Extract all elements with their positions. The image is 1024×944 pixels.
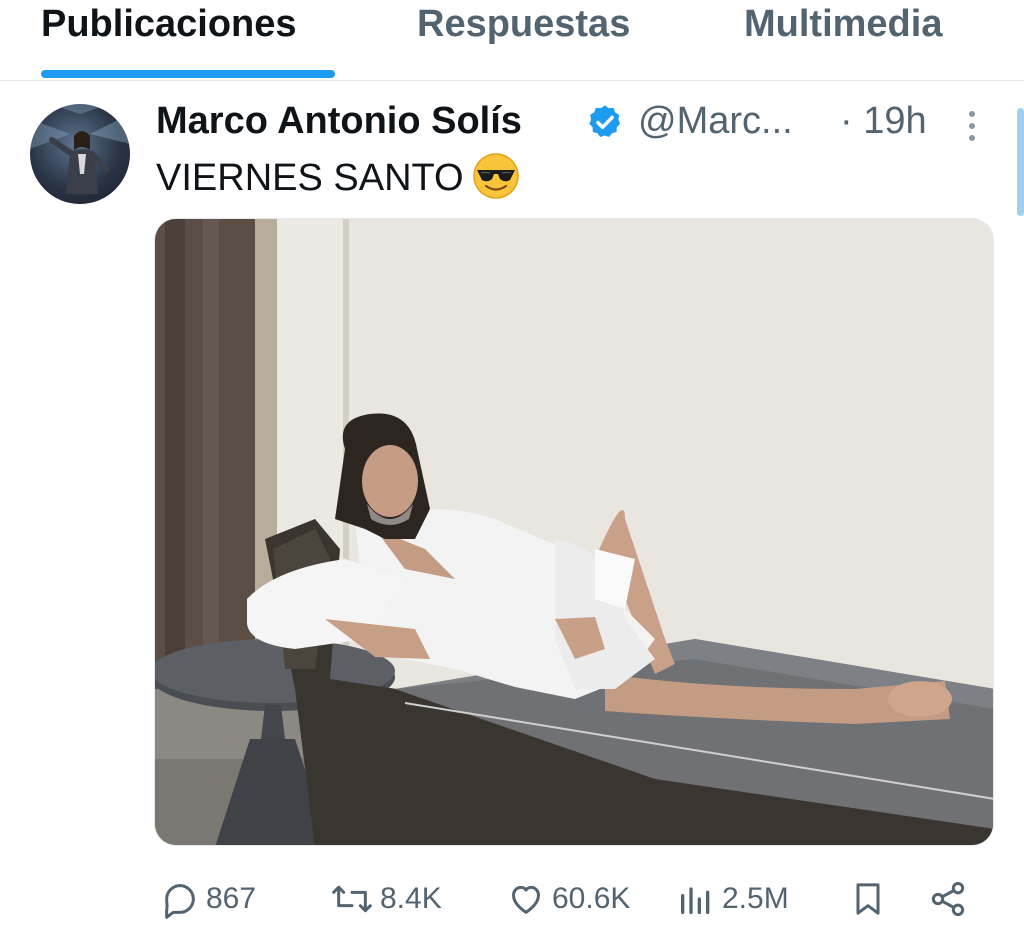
post-time[interactable]: · 19h (840, 98, 927, 144)
tab-respuestas[interactable]: Respuestas (417, 0, 630, 80)
reply-button[interactable]: 867 (160, 876, 256, 922)
share-icon (931, 882, 965, 916)
bookmark-icon (856, 883, 880, 915)
reply-icon (165, 884, 195, 919)
active-tab-indicator (41, 70, 335, 78)
post-photo[interactable] (154, 218, 994, 846)
author-handle[interactable]: @Marc... (638, 98, 793, 144)
tab-label: Publicaciones (41, 3, 297, 45)
verified-badge-icon (589, 105, 621, 138)
like-count: 60.6K (552, 882, 631, 915)
scrollbar[interactable] (1017, 108, 1024, 216)
avatar[interactable] (30, 104, 130, 204)
tweet-text: VIERNES SANTO (156, 152, 520, 202)
tweet-text-content: VIERNES SANTO (156, 157, 464, 199)
smiling-face-with-sunglasses-icon (472, 153, 519, 199)
tab-label: Multimedia (744, 3, 943, 45)
repost-button[interactable]: 8.4K (330, 876, 442, 922)
views-count: 2.5M (722, 882, 789, 915)
reply-count: 867 (206, 882, 257, 915)
tab-publicaciones[interactable]: Publicaciones (41, 0, 297, 80)
profile-tabs: Publicaciones Respuestas Multimedia (0, 0, 1024, 81)
repost-count: 8.4K (380, 882, 442, 915)
author-name[interactable]: Marco Antonio Solís (156, 98, 522, 144)
share-button[interactable] (928, 876, 974, 922)
bookmark-button[interactable] (848, 876, 894, 922)
tab-label: Respuestas (417, 3, 631, 45)
views-button[interactable]: 2.5M (676, 876, 789, 922)
like-button[interactable]: 60.6K (506, 876, 630, 922)
like-icon (512, 885, 540, 914)
views-icon (681, 887, 710, 914)
more-vertical-icon[interactable] (960, 106, 984, 146)
tab-multimedia[interactable]: Multimedia (744, 0, 942, 80)
repost-icon (332, 885, 372, 913)
